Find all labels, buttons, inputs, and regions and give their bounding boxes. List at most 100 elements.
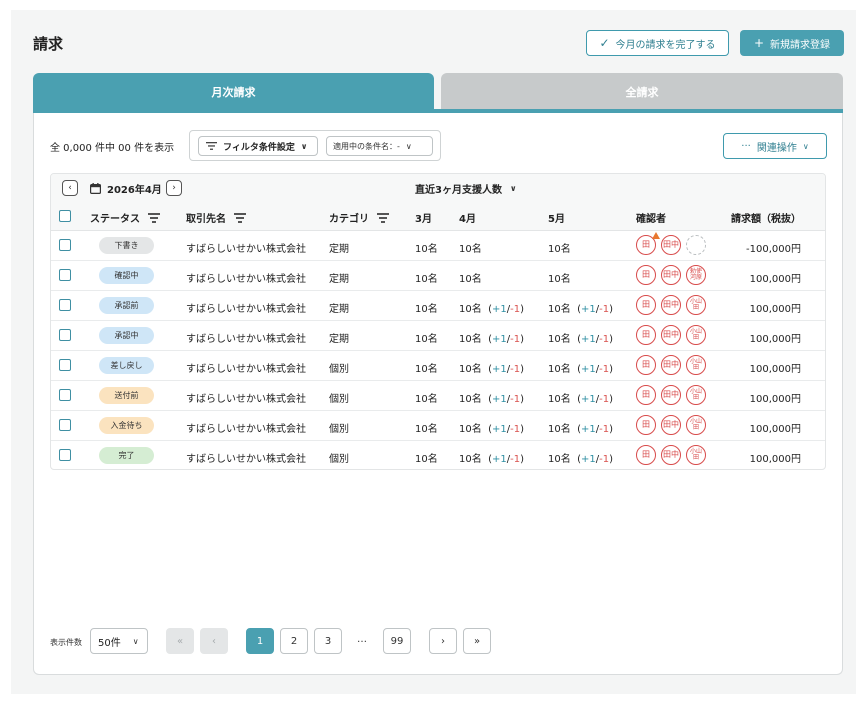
table-row[interactable]: 承認前 すばらしいせかい株式会社 定期 10名 10名 (+1/-1) 10名 (+1/-…	[51, 291, 825, 321]
page-button-2[interactable]: 2	[280, 628, 308, 654]
row-checkbox[interactable]	[59, 359, 71, 371]
approver-stamp[interactable]: 小山田	[686, 325, 706, 345]
client-name: すばらしいせかい株式会社	[186, 274, 306, 285]
approver-stamp[interactable]: 田	[636, 385, 656, 405]
column-status[interactable]: ステータス	[90, 210, 160, 225]
m5-plus: +1	[581, 334, 596, 345]
approver-stamp[interactable]: 勅使 河原	[686, 265, 706, 285]
page-button-last[interactable]: 99	[383, 628, 411, 654]
approver-stamp[interactable]: 田中	[661, 265, 681, 285]
table-row[interactable]: 差し戻し すばらしいせかい株式会社 個別 10名 10名 (+1/-1) 10名 (+1/…	[51, 351, 825, 381]
row-checkbox[interactable]	[59, 389, 71, 401]
m4-minus: -1	[510, 334, 521, 345]
approver-stamp[interactable]: 田	[636, 355, 656, 375]
complete-month-button[interactable]: ✓ 今月の請求を完了する	[586, 30, 729, 56]
table-row[interactable]: 送付前 すばらしいせかい株式会社 個別 10名 10名 (+1/-1) 10名 (+1/-…	[51, 381, 825, 411]
approver-stamp[interactable]: 小山田	[686, 385, 706, 405]
m4-minus: -1	[510, 424, 521, 435]
table-row[interactable]: 入金待ち すばらしいせかい株式会社 個別 10名 10名 (+1/-1) 10名 (+1/…	[51, 411, 825, 441]
approver-stamp[interactable]: 田中	[661, 325, 681, 345]
prev-month-button[interactable]: ‹	[62, 180, 78, 196]
m5-plus: +1	[581, 364, 596, 375]
tab-all[interactable]: 全請求	[441, 73, 843, 110]
approver-stamp[interactable]: 田中	[661, 445, 681, 465]
filter-icon[interactable]	[234, 213, 246, 223]
select-all-checkbox[interactable]	[59, 210, 71, 222]
approver-stamp[interactable]: 田中	[661, 295, 681, 315]
amount: 100,000円	[749, 304, 801, 315]
approver-stamp[interactable]: 田	[636, 415, 656, 435]
m5-count: 10名	[548, 454, 571, 465]
client-name: すばらしいせかい株式会社	[186, 454, 306, 465]
approver-stamp[interactable]: 田	[636, 265, 656, 285]
page-button-1[interactable]: 1	[246, 628, 274, 654]
m4-cell: 10名 (+1/-1)	[459, 450, 524, 465]
column-client[interactable]: 取引先名	[186, 210, 246, 225]
approver-stamp[interactable]: 田	[636, 295, 656, 315]
applied-condition-select[interactable]: 適用中の条件名：- ∨	[326, 136, 433, 156]
m5-delta: (+1/-1)	[570, 394, 614, 405]
client-name: すばらしいせかい株式会社	[186, 244, 306, 255]
approver-stamp[interactable]: 小山田	[686, 295, 706, 315]
approver-stamp[interactable]: 田	[636, 325, 656, 345]
m4-cell: 10名 (+1/-1)	[459, 360, 524, 375]
next-page-button[interactable]: ›	[429, 628, 457, 654]
m5-cell: 10名 (+1/-1)	[548, 300, 613, 315]
month-display: 2026年4月	[90, 181, 162, 196]
row-checkbox[interactable]	[59, 269, 71, 281]
approver-stamp[interactable]: 田中	[661, 235, 681, 255]
page-button-3[interactable]: 3	[314, 628, 342, 654]
month-label: 2026年4月	[107, 185, 162, 196]
related-actions-button[interactable]: ··· 関連操作 ∨	[723, 133, 827, 159]
m4-minus: -1	[510, 394, 521, 405]
filter-settings-button[interactable]: フィルタ条件設定 ∨	[198, 136, 318, 156]
m4-count: 10名	[459, 364, 482, 375]
chevron-left-icon: ‹	[68, 183, 72, 193]
per-page-select[interactable]: 50件 ∨	[90, 628, 148, 654]
approver-stamp[interactable]: 小山田	[686, 355, 706, 375]
row-checkbox[interactable]	[59, 419, 71, 431]
column-client-label: 取引先名	[186, 214, 226, 225]
approver-stamp[interactable]: 田	[636, 445, 656, 465]
approver-stamp[interactable]	[686, 235, 706, 255]
m4-plus: +1	[492, 454, 507, 465]
last-page-button[interactable]: »	[463, 628, 491, 654]
support-count-dropdown[interactable]: 直近3ヶ月支援人数 ∨	[415, 181, 516, 196]
filter-icon[interactable]	[148, 213, 160, 223]
status-badge: 送付前	[99, 387, 154, 404]
row-checkbox[interactable]	[59, 329, 71, 341]
m5-minus: -1	[599, 424, 610, 435]
approver-stamp[interactable]: 小山田	[686, 445, 706, 465]
category: 定期	[329, 274, 349, 285]
m5-minus: -1	[599, 394, 610, 405]
category: 個別	[329, 454, 349, 465]
filter-icon[interactable]	[377, 213, 389, 223]
amount: 100,000円	[749, 334, 801, 345]
m5-delta: (+1/-1)	[570, 304, 614, 315]
row-checkbox[interactable]	[59, 239, 71, 251]
result-count: 全 0,000 件中 00 件を表示	[50, 143, 175, 154]
m5-plus: +1	[581, 304, 596, 315]
table-row[interactable]: 確認中 すばらしいせかい株式会社 定期 10名 10名 10名 田田中 勅使 河原 100,000…	[51, 261, 825, 291]
row-checkbox[interactable]	[59, 449, 71, 461]
m5-cell: 10名 (+1/-1)	[548, 360, 613, 375]
row-checkbox[interactable]	[59, 299, 71, 311]
table-row[interactable]: 下書き すばらしいせかい株式会社 定期 10名 10名 10名田田中 -100,000円	[51, 231, 825, 261]
approver-stamp[interactable]: 田中	[661, 385, 681, 405]
m3-count: 10名	[415, 304, 438, 315]
table-row[interactable]: 完了 すばらしいせかい株式会社 個別 10名 10名 (+1/-1) 10名 (+1/-1…	[51, 441, 825, 469]
m4-plus: +1	[492, 394, 507, 405]
m4-plus: +1	[492, 424, 507, 435]
column-category[interactable]: カテゴリ	[329, 210, 389, 225]
next-month-button[interactable]: ›	[166, 180, 182, 196]
approver-stamp[interactable]: 田中	[661, 415, 681, 435]
page-ellipsis: …	[357, 634, 367, 645]
new-invoice-button[interactable]: + 新規請求登録	[740, 30, 844, 56]
approver-stamp[interactable]: 田中	[661, 355, 681, 375]
double-chevron-left-icon: «	[176, 635, 184, 647]
table-row[interactable]: 承認中 すばらしいせかい株式会社 定期 10名 10名 (+1/-1) 10名 (+1/-…	[51, 321, 825, 351]
approver-stamp[interactable]: 小山田	[686, 415, 706, 435]
prev-page-button[interactable]: ‹	[200, 628, 228, 654]
tab-monthly[interactable]: 月次請求	[33, 73, 434, 110]
first-page-button[interactable]: «	[166, 628, 194, 654]
